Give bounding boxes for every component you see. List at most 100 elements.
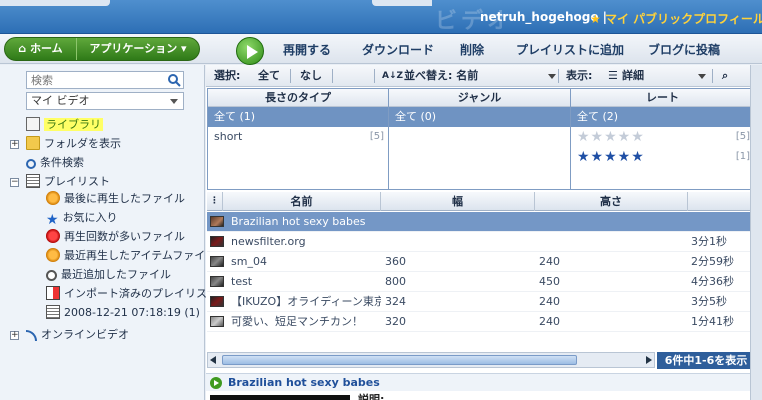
column-header-name[interactable]: 名前 xyxy=(223,192,381,211)
post-to-blog-button[interactable]: ブログに投稿 xyxy=(648,41,720,58)
expand-folders-toggle[interactable]: + xyxy=(10,140,19,149)
detail-thumbnail[interactable] xyxy=(210,395,350,400)
clock-icon xyxy=(46,270,57,281)
column-header-width[interactable]: 幅 xyxy=(381,192,535,211)
chevron-down-icon xyxy=(170,99,178,104)
folder-icon xyxy=(26,136,40,150)
column-header-duration[interactable] xyxy=(688,192,755,211)
right-scrollbar[interactable] xyxy=(750,65,762,400)
sidebar-item-playlist[interactable]: プレイリスト xyxy=(26,173,110,191)
sort-select[interactable]: 並べ替え: 名前 xyxy=(404,65,478,87)
cell-width xyxy=(385,232,535,252)
table-row[interactable]: Brazilian hot sexy babes xyxy=(207,212,755,232)
recently-played-icon xyxy=(46,248,60,262)
collapse-playlist-toggle[interactable]: − xyxy=(10,178,19,187)
select-label: 選択: xyxy=(214,69,241,82)
facet-genre: ジャンル 全て (0) xyxy=(389,89,571,189)
playlist-item-last-played[interactable]: 最後に再生したファイル xyxy=(46,190,185,208)
select-all-link[interactable]: 全て xyxy=(258,65,280,87)
facet-item-rating[interactable]: ★★★★★ [1] xyxy=(571,147,754,167)
play-icon[interactable] xyxy=(210,377,222,389)
applications-menu-button[interactable]: アプリケーション ▾ xyxy=(78,38,198,60)
detail-title[interactable]: Brazilian hot sexy babes xyxy=(228,374,380,392)
add-to-playlist-button[interactable]: プレイリストに追加 xyxy=(516,41,624,58)
facet-item-rating[interactable]: ★★★★★ [5] xyxy=(571,127,754,147)
download-button[interactable]: ダウンロード xyxy=(362,41,434,58)
delete-button[interactable]: 削除 xyxy=(460,41,484,58)
table-row[interactable]: 【IKUZO】オライディーン東京さ 324 240 3分5秒 xyxy=(207,292,755,312)
facet-header[interactable]: 長さのタイプ xyxy=(208,89,388,107)
scroll-left-icon[interactable] xyxy=(210,356,216,364)
search-icon xyxy=(26,159,36,169)
facet-length-type: 長さのタイプ 全て (1) short [5] xyxy=(208,89,389,189)
playlist-item-most-played[interactable]: 再生回数が多いファイル xyxy=(46,228,185,246)
search-icon[interactable] xyxy=(167,73,181,87)
video-thumbnail xyxy=(210,256,224,267)
video-source-select[interactable]: マイ ビデオ xyxy=(26,92,184,110)
playlist-item-dated[interactable]: 2008-12-21 07:18:19 (1) xyxy=(46,304,200,322)
rss-icon xyxy=(26,330,37,341)
cell-name: 【IKUZO】オライディーン東京さ xyxy=(231,295,381,308)
facet-item[interactable]: short [5] xyxy=(208,127,388,147)
window-tab-left[interactable] xyxy=(0,0,110,6)
playlist-item-recently-added[interactable]: 最近追加したファイル xyxy=(46,266,171,284)
playlist-icon xyxy=(26,174,40,188)
scrollbar-thumb[interactable] xyxy=(222,355,577,365)
chevron-down-icon[interactable] xyxy=(548,74,556,79)
facet-item-all[interactable]: 全て (1) xyxy=(208,107,388,127)
home-button[interactable]: ⌂ ホーム xyxy=(5,38,77,60)
view-label: 表示: xyxy=(566,69,593,82)
cell-name: Brazilian hot sexy babes xyxy=(231,215,366,228)
column-chooser-icon[interactable]: ⋮ xyxy=(207,192,223,211)
cell-name: test xyxy=(231,275,253,288)
facet-header[interactable]: レート xyxy=(571,89,754,107)
video-thumbnail xyxy=(210,296,224,307)
table-row[interactable]: 可愛い、短足マンチカン！ 320 240 1分41秒 xyxy=(207,312,755,332)
playlist-item-recently-played[interactable]: 最近再生したアイテムファイル xyxy=(46,247,216,265)
cell-duration: 3分5秒 xyxy=(691,295,727,308)
play-icon[interactable] xyxy=(236,37,264,65)
cell-name: sm_04 xyxy=(231,255,267,268)
facet-item-all[interactable]: 全て (0) xyxy=(389,107,570,127)
expand-online-video-toggle[interactable]: + xyxy=(10,331,19,340)
cell-height: 240 xyxy=(539,255,560,268)
sort-az-icon: A↓Z xyxy=(382,71,404,81)
chevron-down-icon[interactable] xyxy=(698,74,706,79)
facet-item-all[interactable]: 全て (2) xyxy=(571,107,754,127)
sidebar-item-online-video[interactable]: オンラインビデオ xyxy=(26,326,129,344)
horizontal-scrollbar[interactable] xyxy=(207,352,655,368)
username-label[interactable]: netruh_hogehoge | xyxy=(480,10,607,24)
view-select[interactable]: 詳細 xyxy=(622,65,644,87)
select-none-link[interactable]: なし xyxy=(300,65,322,87)
sidebar-item-condition-search[interactable]: 条件検索 xyxy=(26,154,84,172)
public-profile-link[interactable]: ★ マイ パブリックプロフィール xyxy=(590,10,762,27)
window-tab-right[interactable] xyxy=(372,0,432,6)
sidebar-item-folders[interactable]: フォルダを表示 xyxy=(26,135,121,153)
table-row[interactable]: test 800 450 4分36秒 xyxy=(207,272,755,292)
detail-header: Brazilian hot sexy babes xyxy=(206,373,762,391)
public-profile-label: マイ パブリックプロフィール xyxy=(604,12,762,26)
rating-stars-icon: ★★★★★ xyxy=(577,149,645,165)
facet-panel: 長さのタイプ 全て (1) short [5] ジャンル 全て (0) レート 全… xyxy=(207,88,755,190)
cell-height xyxy=(539,232,687,252)
options-icon[interactable]: ⌕ xyxy=(722,65,728,87)
table-row[interactable]: sm_04 360 240 2分59秒 xyxy=(207,252,755,272)
library-icon xyxy=(26,117,40,131)
table-row[interactable]: newsfilter.org 3分1秒 xyxy=(207,232,755,252)
scroll-right-icon[interactable] xyxy=(646,356,652,364)
video-thumbnail xyxy=(210,316,224,327)
playlist-item-favorites[interactable]: ★ お気に入り xyxy=(46,209,118,228)
import-icon xyxy=(46,286,60,300)
home-app-button-group: ⌂ ホーム アプリケーション ▾ xyxy=(4,37,200,61)
playlist-item-imported[interactable]: インポート済みのプレイリスト xyxy=(46,285,218,303)
cell-height: 240 xyxy=(539,315,560,328)
search-input[interactable] xyxy=(27,72,163,88)
divider xyxy=(374,69,375,83)
column-header-height[interactable]: 高さ xyxy=(535,192,688,211)
resume-button[interactable]: 再開する xyxy=(283,41,331,58)
facet-rating: レート 全て (2) ★★★★★ [5] ★★★★★ [1] xyxy=(571,89,754,189)
facet-header[interactable]: ジャンル xyxy=(389,89,570,107)
video-thumbnail xyxy=(210,236,224,247)
sidebar-item-library[interactable]: ライブラリ xyxy=(26,116,103,134)
list-view-icon: ☰ xyxy=(608,69,618,82)
